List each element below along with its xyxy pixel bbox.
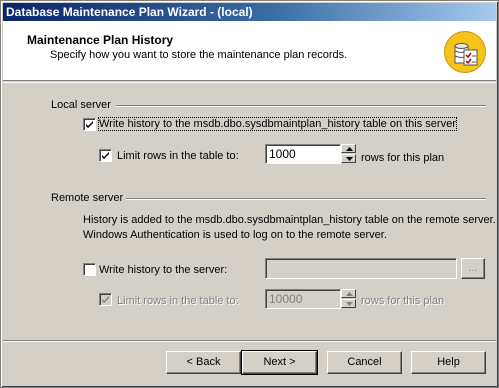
- spin-up-button[interactable]: [341, 289, 356, 298]
- write-history-remote-label[interactable]: Write history to the server:: [99, 264, 227, 276]
- remote-server-divider: [126, 198, 486, 200]
- limit-rows-remote-label[interactable]: Limit rows in the table to:: [117, 295, 239, 307]
- checkmark-icon: [86, 121, 93, 128]
- write-history-local-checkbox[interactable]: [83, 118, 96, 131]
- bottom-divider: [3, 340, 496, 342]
- limit-rows-local-spinner[interactable]: [341, 144, 356, 164]
- limit-rows-local-input[interactable]: 1000: [265, 144, 341, 164]
- header-divider: [3, 82, 496, 83]
- spin-up-button[interactable]: [341, 144, 356, 153]
- cancel-button[interactable]: Cancel: [327, 351, 402, 374]
- remote-info-line-2: Windows Authentication is used to log on…: [83, 229, 387, 241]
- browse-server-button[interactable]: ...: [461, 258, 485, 279]
- arrow-down-icon: [346, 157, 353, 161]
- wizard-header: Maintenance Plan History Specify how you…: [3, 21, 496, 81]
- write-history-local-label[interactable]: Write history to the msdb.dbo.sysdbmaint…: [98, 117, 457, 131]
- arrow-up-icon: [346, 292, 353, 296]
- limit-rows-local-label[interactable]: Limit rows in the table to:: [117, 150, 239, 162]
- limit-rows-remote-input[interactable]: 10000: [265, 289, 341, 309]
- limit-rows-local-checkbox[interactable]: [99, 149, 112, 162]
- arrow-up-icon: [346, 147, 353, 151]
- checkmark-icon: [102, 152, 109, 159]
- limit-rows-remote-spinner[interactable]: [341, 289, 356, 309]
- back-button[interactable]: < Back: [166, 351, 241, 374]
- next-button[interactable]: Next >: [241, 350, 318, 375]
- limit-rows-remote-checkbox[interactable]: [99, 293, 112, 306]
- help-button[interactable]: Help: [411, 351, 486, 374]
- write-history-remote-checkbox[interactable]: [83, 263, 96, 276]
- title-bar[interactable]: Database Maintenance Plan Wizard - (loca…: [3, 3, 496, 21]
- local-server-divider: [116, 105, 486, 107]
- spin-down-button[interactable]: [341, 154, 356, 163]
- page-title: Maintenance Plan History: [27, 33, 174, 47]
- maintenance-plan-icon: [444, 31, 486, 73]
- arrow-down-icon: [346, 302, 353, 306]
- wizard-window: Database Maintenance Plan Wizard - (loca…: [0, 0, 499, 388]
- window-title: Database Maintenance Plan Wizard - (loca…: [6, 5, 253, 19]
- page-subtitle: Specify how you want to store the mainte…: [50, 49, 348, 61]
- spin-down-button[interactable]: [341, 299, 356, 308]
- limit-rows-local-suffix: rows for this plan: [361, 152, 445, 164]
- checkmark-icon: [102, 296, 109, 303]
- remote-server-label: Remote server: [51, 192, 124, 204]
- limit-rows-remote-suffix: rows for this plan: [361, 295, 445, 307]
- remote-info-line-1: History is added to the msdb.dbo.sysdbma…: [83, 214, 496, 226]
- local-server-label: Local server: [51, 99, 111, 111]
- remote-server-input[interactable]: [265, 258, 457, 279]
